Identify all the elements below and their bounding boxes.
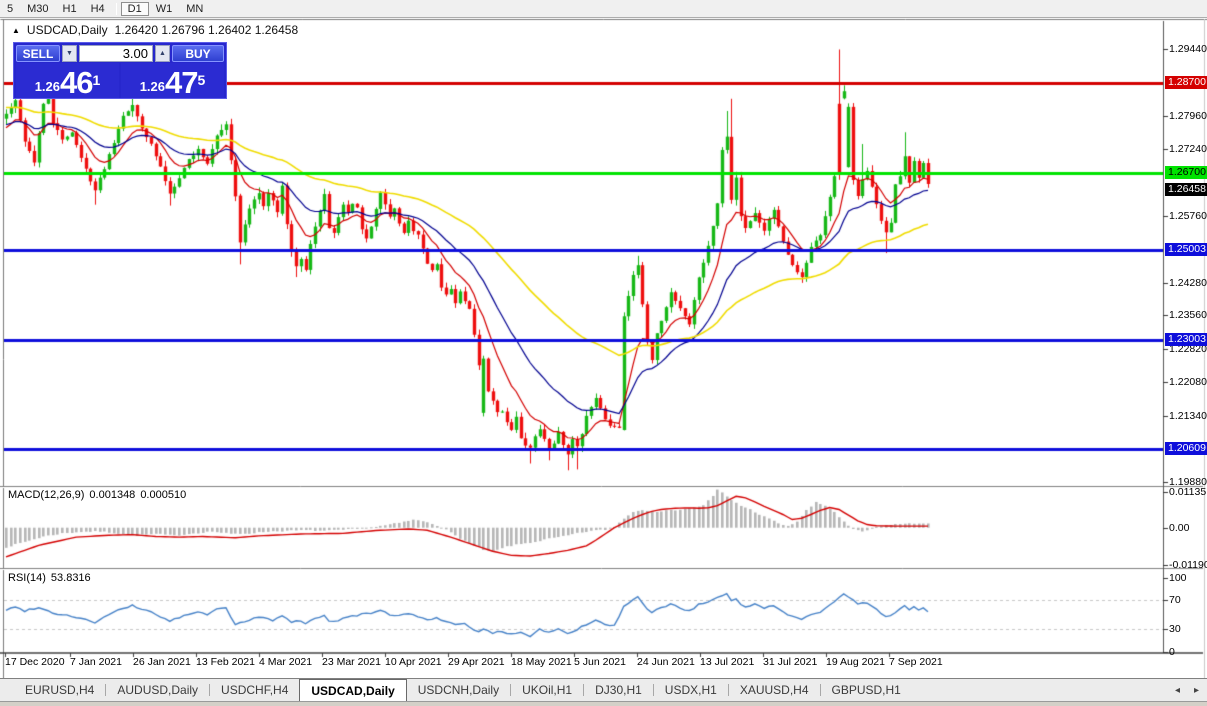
- rsi-value: 53.8316: [50, 572, 91, 584]
- chart-tab-usdx[interactable]: USDX,H1: [654, 679, 728, 701]
- buy-price[interactable]: 1.26 47 5: [121, 63, 224, 98]
- date-axis-label: 13 Feb 2021: [196, 656, 255, 668]
- date-axis-label: 7 Sep 2021: [889, 656, 943, 668]
- sell-price[interactable]: 1.26 46 1: [16, 63, 119, 98]
- price-axis-label: 1.27240: [1169, 143, 1207, 155]
- level-price-tag: 1.26700: [1165, 166, 1207, 179]
- sell-price-pip: 1: [92, 72, 101, 88]
- macd-indicator-label: MACD(12,26,9) 0.001348 0.000510: [8, 489, 186, 501]
- price-axis-label: 1.24280: [1169, 277, 1207, 289]
- rsi-indicator-label: RSI(14) 53.8316: [8, 572, 91, 584]
- timeframe-button-h1[interactable]: H1: [56, 2, 84, 16]
- arrow-down-icon: ▼: [66, 50, 73, 57]
- rsi-axis-label: 100: [1169, 572, 1187, 584]
- chart-tab-usdchf[interactable]: USDCHF,H4: [210, 679, 299, 701]
- trade-prices-row: 1.26 46 1 1.26 47 5: [16, 63, 224, 98]
- rsi-axis-label: 0: [1169, 646, 1175, 658]
- price-axis-label: 1.22080: [1169, 376, 1207, 388]
- rsi-axis-label: 70: [1169, 594, 1181, 606]
- level-price-tag: 1.25003: [1165, 243, 1207, 256]
- date-axis-label: 23 Mar 2021: [322, 656, 381, 668]
- toolbar-separator: [115, 2, 117, 15]
- date-axis-label: 17 Dec 2020: [5, 656, 65, 668]
- tabbar-arrows: ◂ ▸: [1175, 679, 1199, 702]
- date-axis-label: 18 May 2021: [511, 656, 572, 668]
- date-axis-label: 26 Jan 2021: [133, 656, 191, 668]
- chart-canvas[interactable]: [0, 0, 1207, 706]
- chart-tab-xauusd[interactable]: XAUUSD,H4: [729, 679, 820, 701]
- level-price-tag: 1.23003: [1165, 333, 1207, 346]
- tabs-scroll-right-icon[interactable]: ▸: [1194, 685, 1199, 696]
- chart-tab-gbpusd[interactable]: GBPUSD,H1: [821, 679, 912, 701]
- chart-tab-eurusd[interactable]: EURUSD,H4: [14, 679, 105, 701]
- macd-value-2: 0.000510: [140, 489, 187, 501]
- timeframe-button-m30[interactable]: M30: [20, 2, 55, 16]
- chart-tab-audusd[interactable]: AUDUSD,Daily: [106, 679, 209, 701]
- price-axis-label: 1.25760: [1169, 210, 1207, 222]
- date-axis-label: 19 Aug 2021: [826, 656, 885, 668]
- date-axis-label: 13 Jul 2021: [700, 656, 755, 668]
- timeframe-button-h4[interactable]: H4: [84, 2, 112, 16]
- rsi-name: RSI(14): [8, 572, 46, 584]
- date-axis-label: 4 Mar 2021: [259, 656, 313, 668]
- timeframe-button-mn[interactable]: MN: [179, 2, 210, 16]
- price-axis-label: 1.29440: [1169, 43, 1207, 55]
- volume-input[interactable]: [79, 45, 153, 62]
- current-price-tag: 1.26458: [1165, 183, 1207, 196]
- macd-axis-label: 0.00: [1169, 522, 1190, 534]
- buy-button[interactable]: BUY: [172, 45, 224, 62]
- chart-tab-usdcnh[interactable]: USDCNH,Daily: [407, 679, 510, 701]
- buy-price-big: 47: [165, 65, 198, 100]
- timeframe-button-5[interactable]: 5: [0, 2, 20, 16]
- macd-axis-label: 0.01135: [1169, 486, 1207, 498]
- date-axis-label: 10 Apr 2021: [385, 656, 442, 668]
- sell-button[interactable]: SELL: [16, 45, 60, 62]
- level-price-tag: 1.28700: [1165, 76, 1207, 89]
- macd-axis-label: -0.01190: [1169, 559, 1207, 571]
- chart-tab-usdcad[interactable]: USDCAD,Daily: [299, 679, 407, 701]
- date-axis-label: 31 Jul 2021: [763, 656, 818, 668]
- date-axis-label: 29 Apr 2021: [448, 656, 505, 668]
- chart-ohlc-values: 1.26420 1.26796 1.26402 1.26458: [114, 23, 299, 37]
- collapse-triangle-icon[interactable]: ▲: [12, 26, 20, 35]
- chart-tab-ukoil[interactable]: UKOil,H1: [511, 679, 583, 701]
- chart-title: USDCAD,Daily: [26, 23, 108, 37]
- chart-tab-dj30[interactable]: DJ30,H1: [584, 679, 653, 701]
- date-axis-label: 5 Jun 2021: [574, 656, 626, 668]
- level-price-tag: 1.20609: [1165, 442, 1207, 455]
- timeframe-button-d1[interactable]: D1: [120, 1, 149, 16]
- macd-name: MACD(12,26,9): [8, 489, 85, 501]
- sell-price-big: 46: [60, 65, 93, 100]
- sell-price-prefix: 1.26: [34, 79, 61, 94]
- arrow-up-icon: ▲: [159, 50, 166, 57]
- chart-tabbar: EURUSD,H4 AUDUSD,Daily USDCHF,H4 USDCAD,Dai…: [0, 678, 1207, 701]
- timeframe-toolbar: 5 M30 H1 H4 D1 W1 MN: [0, 0, 1207, 18]
- volume-up-button[interactable]: ▲: [155, 45, 170, 62]
- date-axis-label: 7 Jan 2021: [70, 656, 122, 668]
- macd-value-1: 0.001348: [89, 489, 136, 501]
- rsi-axis-label: 30: [1169, 623, 1181, 635]
- price-axis-label: 1.27960: [1169, 110, 1207, 122]
- buy-price-pip: 5: [197, 72, 206, 88]
- date-axis-label: 24 Jun 2021: [637, 656, 695, 668]
- timeframe-button-w1[interactable]: W1: [149, 2, 180, 16]
- buy-price-prefix: 1.26: [139, 79, 166, 94]
- price-axis-label: 1.23560: [1169, 309, 1207, 321]
- price-axis-label: 1.21340: [1169, 410, 1207, 422]
- mt4-window: 5 M30 H1 H4 D1 W1 MN ▲ USDCAD,Daily 1.26420 1.…: [0, 0, 1207, 706]
- status-strip: [0, 701, 1207, 706]
- trade-controls-row: SELL ▼ ▲ BUY: [16, 45, 224, 62]
- tabs-scroll-left-icon[interactable]: ◂: [1175, 685, 1180, 696]
- volume-down-button[interactable]: ▼: [62, 45, 77, 62]
- one-click-trading-panel: SELL ▼ ▲ BUY 1.26 46 1 1.26 47 5: [13, 42, 227, 99]
- chart-header: ▲ USDCAD,Daily 1.26420 1.26796 1.26402 1…: [12, 23, 298, 37]
